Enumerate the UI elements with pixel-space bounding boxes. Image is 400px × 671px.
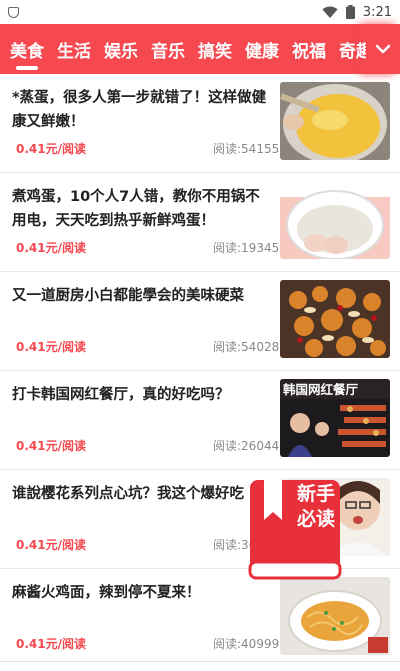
shield-icon xyxy=(8,6,19,18)
beginner-guide-badge[interactable]: 新手 必读 xyxy=(248,478,344,584)
read-count: 阅读:54028 xyxy=(213,340,280,354)
wifi-icon xyxy=(322,6,338,18)
category-tabbar: 美食 生活 娱乐 音乐 搞笑 健康 祝福 奇趣 xyxy=(0,24,400,74)
article-item[interactable]: 打卡韩国网红餐厅，真的好吃吗？ 0.41元/阅读 阅读:26044 韩国网红餐厅 xyxy=(0,371,400,470)
battery-icon xyxy=(345,5,355,19)
article-item[interactable]: 煮鸡蛋，10个人7人错，教你不用锅不用电，天天吃到热乎新鲜鸡蛋！ 0.41元/阅读… xyxy=(0,173,400,272)
read-count: 阅读:26044 xyxy=(213,439,280,453)
article-item[interactable]: *蒸蛋，很多人第一步就错了！这样做健康又鲜嫩！ 0.41元/阅读 阅读:54155 xyxy=(0,74,400,173)
tab-1[interactable]: 生活 xyxy=(57,24,91,74)
fire-noodles-photo[interactable] xyxy=(280,577,390,655)
article-title[interactable]: 打卡韩国网红餐厅，真的好吃吗？ xyxy=(12,383,274,407)
badge-label: 新手 必读 xyxy=(296,482,336,532)
article-title[interactable]: 又一道厨房小白都能學会的美味硬菜 xyxy=(12,284,274,308)
read-count: 阅读:40999 xyxy=(213,637,280,651)
earn-rate: 0.41元/阅读 xyxy=(16,241,86,255)
read-count: 阅读:54155 xyxy=(213,142,280,156)
tab-6[interactable]: 祝福 xyxy=(292,24,326,74)
earn-rate: 0.41元/阅读 xyxy=(16,538,86,552)
chicken-cashew-dish-photo[interactable] xyxy=(280,280,390,358)
earn-rate: 0.41元/阅读 xyxy=(16,439,86,453)
article-item[interactable]: 又一道厨房小白都能學会的美味硬菜 0.41元/阅读 阅读:54028 xyxy=(0,272,400,371)
earn-rate: 0.41元/阅读 xyxy=(16,637,86,651)
tab-7[interactable]: 奇趣 xyxy=(339,24,366,74)
category-tabs: 美食 生活 娱乐 音乐 搞笑 健康 祝福 奇趣 xyxy=(0,24,366,74)
tab-5[interactable]: 健康 xyxy=(245,24,279,74)
article-title[interactable]: 谁說樱花系列点心坑？我这个爆好吃 xyxy=(12,482,274,506)
clock: 3:21 xyxy=(362,4,392,20)
read-count: 阅读:19345 xyxy=(213,241,280,255)
article-title[interactable]: 麻酱火鸡面，辣到停不夏来！ xyxy=(12,581,274,605)
tab-0[interactable]: 美食 xyxy=(10,24,44,74)
tab-4[interactable]: 搞笑 xyxy=(198,24,232,74)
earn-rate: 0.41元/阅读 xyxy=(16,340,86,354)
article-title[interactable]: *蒸蛋，很多人第一步就错了！这样做健康又鲜嫩！ xyxy=(12,86,274,134)
more-categories-button[interactable] xyxy=(366,24,400,74)
badge-line-1: 新手 xyxy=(296,483,335,505)
steamed-egg-photo[interactable] xyxy=(280,82,390,160)
tab-2[interactable]: 娱乐 xyxy=(104,24,138,74)
article-title[interactable]: 煮鸡蛋，10个人7人错，教你不用锅不用电，天天吃到热乎新鲜鸡蛋！ xyxy=(12,185,274,233)
badge-line-2: 必读 xyxy=(296,508,335,530)
korean-restaurant-photo[interactable]: 韩国网红餐厅 xyxy=(280,379,390,457)
status-bar: 3:21 xyxy=(0,0,400,24)
chevron-down-icon xyxy=(375,44,391,54)
tab-3[interactable]: 音乐 xyxy=(151,24,185,74)
boiled-eggs-bowl-photo[interactable] xyxy=(280,181,390,259)
earn-rate: 0.41元/阅读 xyxy=(16,142,86,156)
bottom-nav xyxy=(0,661,400,671)
thumb-caption: 韩国网红餐厅 xyxy=(283,382,359,397)
